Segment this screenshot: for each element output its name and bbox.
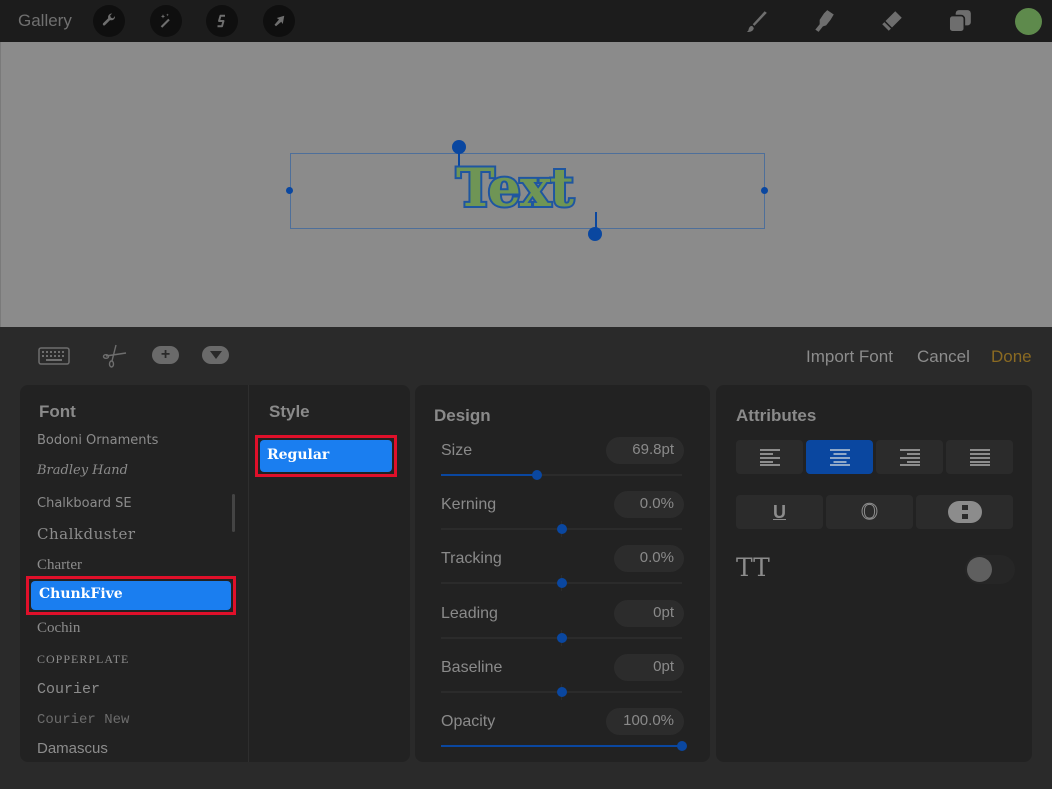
erase-button[interactable] — [878, 7, 906, 35]
slider-label-baseline: Baseline — [441, 659, 503, 676]
left-resize-handle[interactable] — [286, 187, 293, 194]
slider-label-tracking: Tracking — [441, 550, 502, 567]
align-center-icon — [829, 449, 850, 466]
slider-tracking[interactable] — [441, 575, 682, 591]
dropdown-icon — [209, 351, 222, 359]
font-item[interactable]: Bradley Hand — [37, 463, 128, 478]
slider-value-leading[interactable]: 0pt — [614, 600, 684, 627]
canvas-text[interactable]: Text — [454, 161, 576, 217]
slider-value-tracking[interactable]: 0.0% — [614, 545, 684, 572]
style-item-selected-highlight: Regular — [255, 435, 397, 477]
slider-leading[interactable] — [441, 630, 682, 646]
toggle-knob — [967, 557, 992, 582]
brush-icon — [746, 11, 767, 32]
slider-size[interactable] — [441, 470, 682, 480]
layers-icon — [948, 10, 971, 33]
slider-baseline[interactable] — [441, 684, 682, 700]
slider-thumb[interactable] — [677, 741, 687, 751]
slider-value-opacity[interactable]: 100.0% — [606, 708, 684, 735]
layers-button[interactable] — [946, 7, 974, 35]
scissors-icon — [102, 344, 127, 368]
vertical-text-button[interactable] — [916, 495, 1013, 529]
add-icon: + — [160, 346, 171, 363]
wrench-icon — [102, 13, 116, 26]
justify-button[interactable] — [946, 440, 1013, 474]
selection-start-handle[interactable] — [452, 140, 466, 154]
slider-value-size[interactable]: 69.8pt — [606, 437, 684, 464]
font-style-divider — [248, 385, 249, 762]
font-item[interactable]: Charter — [37, 557, 82, 574]
smudge-button[interactable] — [810, 7, 838, 35]
slider-thumb[interactable] — [556, 633, 567, 643]
underline-icon: U — [773, 501, 786, 522]
style-title: Style — [269, 402, 310, 421]
transform-button[interactable] — [263, 5, 295, 37]
cut-button[interactable] — [102, 343, 128, 369]
font-item[interactable]: Courier New — [37, 712, 129, 728]
font-item[interactable]: Cochin — [37, 620, 80, 637]
font-list-scrollbar[interactable] — [232, 494, 235, 532]
arrow-cursor-icon — [274, 15, 285, 27]
slider-value-baseline[interactable]: 0pt — [614, 654, 684, 681]
outline-icon: O — [860, 500, 879, 525]
slider-fill — [441, 474, 538, 476]
font-item[interactable]: Chalkduster — [37, 525, 136, 543]
align-center-button[interactable] — [806, 440, 873, 474]
adjustments-button[interactable] — [150, 5, 182, 37]
import-font-button[interactable]: Import Font — [806, 347, 893, 367]
underline-button[interactable]: U — [736, 495, 823, 529]
canvas[interactable]: Text — [0, 42, 1052, 327]
more-options-button[interactable] — [202, 346, 229, 364]
slider-label-size: Size — [441, 442, 473, 459]
keyboard-icon — [38, 347, 70, 365]
keyboard-button[interactable] — [38, 346, 70, 366]
font-item-selected-highlight: ChunkFive — [26, 576, 236, 615]
all-caps-label: TT — [736, 553, 770, 582]
align-right-icon — [899, 449, 920, 466]
slider-thumb[interactable] — [556, 578, 567, 588]
font-item[interactable]: Bodoni Ornaments — [37, 433, 158, 448]
font-item-selected[interactable]: ChunkFive — [31, 581, 231, 610]
design-title: Design — [434, 406, 491, 425]
color-picker-button[interactable] — [1015, 8, 1042, 35]
vertical-text-icon — [947, 501, 982, 523]
eraser-icon — [882, 11, 902, 31]
selection-button[interactable] — [206, 5, 238, 37]
gallery-button[interactable]: Gallery — [18, 11, 72, 31]
smudge-icon — [815, 10, 834, 32]
font-title: Font — [39, 402, 76, 421]
paint-button[interactable] — [742, 7, 770, 35]
magic-wand-icon — [160, 13, 170, 28]
slider-label-kerning: Kerning — [441, 496, 497, 513]
attributes-title: Attributes — [736, 406, 817, 425]
slider-label-opacity: Opacity — [441, 713, 496, 730]
slider-kerning[interactable] — [441, 521, 682, 537]
slider-label-leading: Leading — [441, 605, 498, 622]
align-left-button[interactable] — [736, 440, 803, 474]
top-toolbar: Gallery — [0, 0, 1052, 42]
slider-value-kerning[interactable]: 0.0% — [614, 491, 684, 518]
done-button[interactable]: Done — [991, 347, 1032, 367]
align-right-button[interactable] — [876, 440, 943, 474]
font-item[interactable]: Chalkboard SE — [37, 496, 132, 511]
justify-icon — [969, 449, 990, 466]
slider-thumb[interactable] — [556, 524, 567, 534]
actions-button[interactable] — [93, 5, 125, 37]
slider-thumb[interactable] — [556, 687, 567, 697]
outline-button[interactable]: O — [826, 495, 913, 529]
style-item-selected[interactable]: Regular — [260, 440, 392, 472]
font-item[interactable]: Copperplate — [37, 652, 129, 667]
selection-end-handle[interactable] — [588, 227, 602, 241]
selection-s-icon — [217, 14, 225, 28]
font-item[interactable]: Courier — [37, 681, 100, 698]
cancel-button[interactable]: Cancel — [917, 347, 970, 367]
slider-opacity[interactable] — [441, 741, 687, 751]
align-left-icon — [759, 449, 780, 466]
all-caps-toggle[interactable] — [965, 555, 1015, 584]
font-item[interactable]: Damascus — [37, 740, 108, 757]
slider-fill — [441, 745, 682, 747]
add-button[interactable]: + — [152, 346, 179, 364]
right-resize-handle[interactable] — [761, 187, 768, 194]
